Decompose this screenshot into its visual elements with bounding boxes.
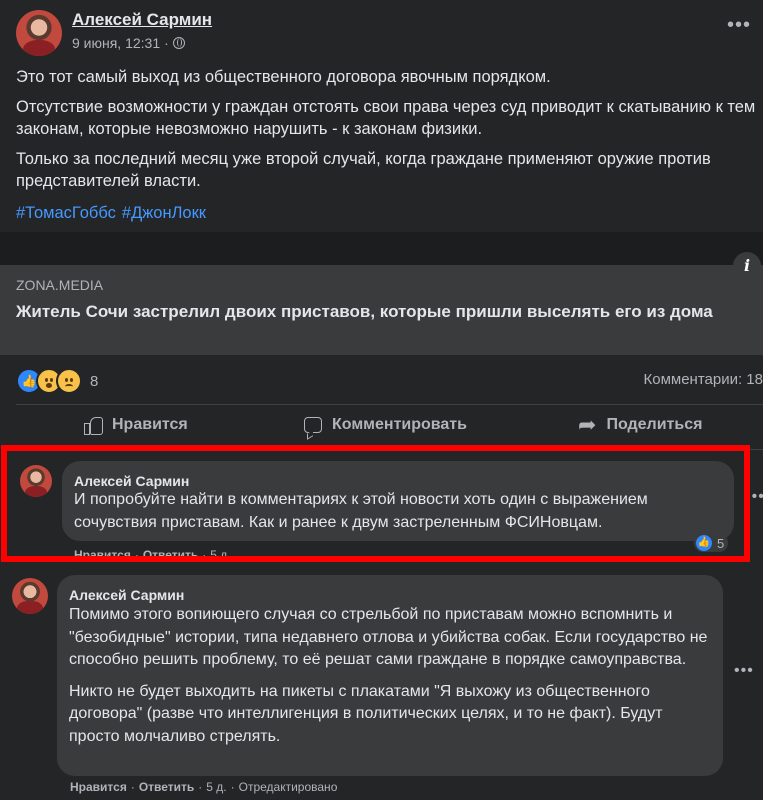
comment-reply-link[interactable]: Ответить xyxy=(139,780,194,794)
comment-meta: Нравится · Ответить · 5 д. · Отредактиро… xyxy=(70,780,337,794)
link-title: Житель Сочи застрелил двоих приставов, к… xyxy=(16,302,713,321)
meta-dot: · xyxy=(230,780,235,794)
comment-button[interactable]: Комментировать xyxy=(304,416,467,434)
meta-dot: · xyxy=(198,780,203,794)
hashtags: #ТомасГоббс #ДжонЛокк xyxy=(16,204,206,223)
share-arrow-icon: ➦ xyxy=(578,412,597,437)
sad-reaction-icon xyxy=(56,368,82,394)
comments-count[interactable]: Комментарии: 18 xyxy=(644,371,763,388)
meta-dot: · xyxy=(130,780,135,794)
comment-more-options-icon[interactable]: ••• xyxy=(734,662,754,680)
comment-bubble: Алексей Сармин Помимо этого вопиющего сл… xyxy=(57,575,723,776)
meta-separator: · xyxy=(164,35,169,51)
highlight-frame xyxy=(1,445,750,562)
divider xyxy=(16,404,763,405)
comment-avatar[interactable] xyxy=(12,578,48,614)
comment-paragraph: Помимо этого вопиющего случая со стрельб… xyxy=(69,606,708,668)
post-paragraph: Отсутствие возможности у граждан отстоят… xyxy=(16,98,756,138)
post-more-options-icon[interactable]: ••• xyxy=(727,14,751,37)
share-button-label: Поделиться xyxy=(606,416,703,433)
comment-time[interactable]: 5 д. xyxy=(206,780,226,794)
comment-button-label: Комментировать xyxy=(332,416,467,433)
post-text: Это тот самый выход из общественного дог… xyxy=(16,66,756,200)
info-icon[interactable]: i xyxy=(733,252,761,280)
comment-bubble-icon xyxy=(304,417,322,433)
link-image-area[interactable] xyxy=(0,232,763,265)
reactions-summary[interactable]: 👍 8 xyxy=(16,368,98,394)
post-author-name[interactable]: Алексей Сармин xyxy=(72,10,212,30)
post-date[interactable]: 9 июня, 12:31 xyxy=(72,35,160,51)
globe-icon xyxy=(172,37,185,49)
post-card: Алексей Сармин 9 июня, 12:31 · ••• Это т… xyxy=(0,0,763,800)
hashtag-link[interactable]: #ДжонЛокк xyxy=(122,204,206,223)
comment-like-link[interactable]: Нравится xyxy=(70,780,127,794)
post-meta: 9 июня, 12:31 · xyxy=(72,35,185,51)
share-button[interactable]: ➦ Поделиться xyxy=(578,412,703,437)
like-button-label: Нравится xyxy=(112,416,188,433)
link-domain: ZONA.MEDIA xyxy=(16,277,104,293)
comment-edited-label[interactable]: Отредактировано xyxy=(239,780,338,794)
post-paragraph: Это тот самый выход из общественного дог… xyxy=(16,68,551,86)
thumbs-up-icon xyxy=(84,416,103,435)
comment-paragraph: Никто не будет выходить на пикеты с плак… xyxy=(69,682,663,745)
link-preview-card[interactable]: ZONA.MEDIA Житель Сочи застрелил двоих п… xyxy=(0,265,763,355)
comment-text: Помимо этого вопиющего случая со стрельб… xyxy=(69,604,711,757)
author-avatar[interactable] xyxy=(16,10,62,56)
reactions-count: 8 xyxy=(90,372,99,390)
comment-author[interactable]: Алексей Сармин xyxy=(69,587,184,603)
hashtag-link[interactable]: #ТомасГоббс xyxy=(16,204,116,223)
post-paragraph: Только за последний месяц уже второй слу… xyxy=(16,150,711,190)
like-button[interactable]: Нравится xyxy=(84,416,188,435)
post-actions-bar: Нравится Комментировать ➦ Поделиться xyxy=(0,410,763,448)
